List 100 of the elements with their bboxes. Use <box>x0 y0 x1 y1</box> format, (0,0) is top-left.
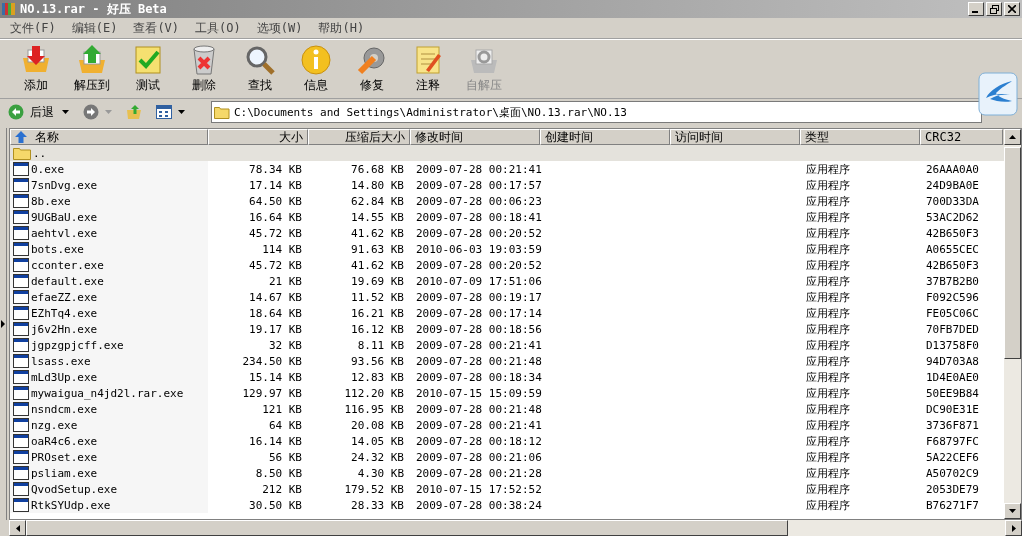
table-cell: EZhTq4.exe <box>31 306 98 320</box>
table-cell: 179.52 KB <box>344 482 404 496</box>
restore-button[interactable] <box>986 2 1002 16</box>
toolbar-button[interactable]: 查找 <box>232 42 288 96</box>
column-header[interactable]: 名称 <box>10 129 208 145</box>
table-cell: 2010-06-03 19:03:59 <box>416 242 542 256</box>
table-cell: 112.20 KB <box>344 386 404 400</box>
table-cell: 2009-07-28 00:06:23 <box>416 194 542 208</box>
back-button[interactable]: 后退 <box>6 103 56 121</box>
table-cell: nsndcm.exe <box>31 402 98 416</box>
caret-icon[interactable] <box>178 110 185 114</box>
table-cell: 2009-07-28 00:17:14 <box>416 306 542 320</box>
caret-icon[interactable] <box>62 110 69 114</box>
table-cell: 0.exe <box>31 162 65 176</box>
toolbar-button[interactable]: 解压到 <box>64 42 120 96</box>
table-cell: 32 KB <box>268 338 302 352</box>
menu-item[interactable]: 工具(O) <box>187 19 249 37</box>
column-header[interactable]: 访问时间 <box>670 129 800 145</box>
table-cell: 5A22CEF6 <box>926 450 979 464</box>
toolbar-button[interactable]: 添加 <box>8 42 64 96</box>
wrench-gear-icon <box>356 44 388 76</box>
menu-item[interactable]: 查看(V) <box>125 19 188 37</box>
address-field[interactable]: C:\Documents and Settings\Administrator\桌面\NO.13.rar\NO.13 <box>211 101 982 123</box>
column-header[interactable]: CRC32 <box>920 129 1003 145</box>
menu-item[interactable]: 文件(F) <box>2 19 64 37</box>
menu-item[interactable]: 选项(W) <box>248 19 311 37</box>
table-cell: 应用程序 <box>806 209 850 225</box>
scroll-left-icon <box>15 524 20 532</box>
menu-item[interactable]: 帮助(H) <box>310 19 373 37</box>
table-cell: 应用程序 <box>806 225 850 241</box>
table-cell: mLd3Up.exe <box>31 370 98 384</box>
table-cell: 41.62 KB <box>351 258 404 272</box>
table-cell: 42B650F3 <box>926 258 979 272</box>
table-cell: 应用程序 <box>806 257 850 273</box>
table-cell: 应用程序 <box>806 161 850 177</box>
table-cell: 应用程序 <box>806 465 850 481</box>
column-header[interactable]: 压缩后大小 <box>308 129 410 145</box>
table-cell: 16.12 KB <box>351 322 404 336</box>
close-button[interactable] <box>1004 2 1020 16</box>
table-cell: 37B7B2B0 <box>926 274 979 288</box>
table-cell: nzg.exe <box>31 418 78 432</box>
window-title: NO.13.rar - 好压 Beta <box>20 0 167 18</box>
table-cell: 76.68 KB <box>351 162 404 176</box>
table-cell: 应用程序 <box>806 177 850 193</box>
forward-icon[interactable] <box>83 104 99 120</box>
table-cell: 2009-07-28 00:21:48 <box>416 354 542 368</box>
table-cell: 129.97 KB <box>242 386 302 400</box>
table-cell: 234.50 KB <box>242 354 302 368</box>
table-cell: F68797FC <box>926 434 979 448</box>
column-header[interactable]: 类型 <box>800 129 920 145</box>
table-cell: 700D33DA <box>926 194 979 208</box>
table-cell: 2009-07-28 00:19:17 <box>416 290 542 304</box>
table-cell: psliam.exe <box>31 466 98 480</box>
horizontal-scrollbar[interactable] <box>9 520 1022 536</box>
table-cell: 53AC2D62 <box>926 210 979 224</box>
scroll-right-icon <box>1011 524 1016 532</box>
toolbar-button[interactable]: 信息 <box>288 42 344 96</box>
minimize-button[interactable] <box>968 2 984 16</box>
table-cell: 2009-07-28 00:18:56 <box>416 322 542 336</box>
table-cell: 93.56 KB <box>351 354 404 368</box>
table-cell: 2009-07-28 00:21:28 <box>416 466 542 480</box>
table-cell: 16.64 KB <box>249 210 302 224</box>
column-header[interactable]: 修改时间 <box>410 129 540 145</box>
folder-icon <box>214 105 230 119</box>
menu-item[interactable]: 编辑(E) <box>63 19 126 37</box>
toolbar-button[interactable]: 修复 <box>344 42 400 96</box>
table-cell: 应用程序 <box>806 241 850 257</box>
table-cell: 1D4E0AE0 <box>926 370 979 384</box>
table-cell: 8b.exe <box>31 194 71 208</box>
table-cell: 应用程序 <box>806 193 850 209</box>
table-cell: 7snDvg.exe <box>31 178 98 192</box>
checkmark-icon <box>132 44 164 76</box>
table-cell: 11.52 KB <box>351 290 404 304</box>
table-cell: 42B650F3 <box>926 226 979 240</box>
table-cell: 45.72 KB <box>249 226 302 240</box>
table-cell: PROset.exe <box>31 450 98 464</box>
vertical-scrollbar[interactable] <box>1004 129 1021 519</box>
table-cell: B76271F7 <box>926 498 979 512</box>
table-cell: 212 KB <box>262 482 302 496</box>
column-header[interactable]: 创建时间 <box>540 129 670 145</box>
table-cell: 应用程序 <box>806 497 850 513</box>
table-cell: 26AAA0A0 <box>926 162 979 176</box>
table-cell: bots.exe <box>31 242 84 256</box>
toolbar-button[interactable]: 测试 <box>120 42 176 96</box>
table-cell: 应用程序 <box>806 305 850 321</box>
table-cell: 70FB7DED <box>926 322 979 336</box>
table-cell: F092C596 <box>926 290 979 304</box>
table-cell: 94D703A8 <box>926 354 979 368</box>
toolbar-button[interactable]: 删除 <box>176 42 232 96</box>
table-cell: 14.80 KB <box>351 178 404 192</box>
table-cell: 应用程序 <box>806 321 850 337</box>
column-header[interactable]: 大小 <box>208 129 308 145</box>
view-icon[interactable] <box>156 104 172 120</box>
table-cell: 应用程序 <box>806 289 850 305</box>
table-cell: D13758F0 <box>926 338 979 352</box>
table-cell: cconter.exe <box>31 258 104 272</box>
table-cell: 114 KB <box>262 242 302 256</box>
table-cell: 2053DE79 <box>926 482 979 496</box>
toolbar-button[interactable]: 注释 <box>400 42 456 96</box>
info-icon <box>300 44 332 76</box>
